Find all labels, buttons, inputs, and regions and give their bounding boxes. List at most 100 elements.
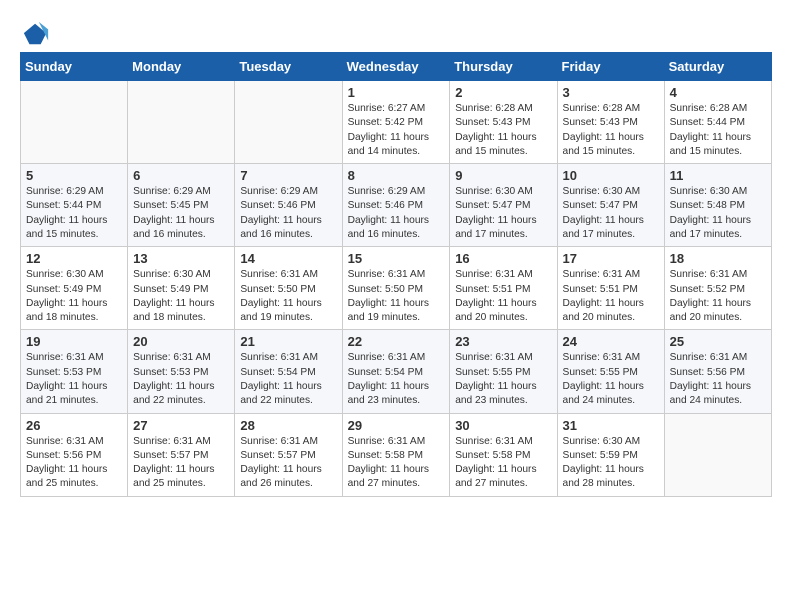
week-row-2: 5 Sunrise: 6:29 AM Sunset: 5:44 PM Daylig… [21,164,772,247]
day-number: 30 [455,418,551,433]
weekday-header-row: SundayMondayTuesdayWednesdayThursdayFrid… [21,53,772,81]
calendar-cell: 8 Sunrise: 6:29 AM Sunset: 5:46 PM Daylig… [342,164,450,247]
calendar-cell: 4 Sunrise: 6:28 AM Sunset: 5:44 PM Daylig… [664,81,771,164]
day-number: 26 [26,418,122,433]
day-info: Sunrise: 6:29 AM Sunset: 5:44 PM Dayligh… [26,185,122,242]
calendar-cell: 12 Sunrise: 6:30 AM Sunset: 5:49 PM Dayli… [21,247,128,330]
day-number: 24 [563,334,659,349]
day-info: Sunrise: 6:31 AM Sunset: 5:50 PM Dayligh… [240,268,336,325]
calendar-cell: 24 Sunrise: 6:31 AM Sunset: 5:55 PM Dayli… [557,330,664,413]
day-number: 13 [133,251,229,266]
header [20,20,772,42]
day-info: Sunrise: 6:30 AM Sunset: 5:49 PM Dayligh… [26,268,122,325]
day-number: 19 [26,334,122,349]
calendar-cell: 30 Sunrise: 6:31 AM Sunset: 5:58 PM Dayli… [450,413,557,496]
calendar-cell: 29 Sunrise: 6:31 AM Sunset: 5:58 PM Dayli… [342,413,450,496]
day-info: Sunrise: 6:31 AM Sunset: 5:55 PM Dayligh… [563,351,659,408]
calendar-cell: 25 Sunrise: 6:31 AM Sunset: 5:56 PM Dayli… [664,330,771,413]
calendar-table: SundayMondayTuesdayWednesdayThursdayFrid… [20,52,772,497]
calendar-cell [21,81,128,164]
calendar-cell: 3Sunrise: 6:28 AM Sunset: 5:43 PM Daylig… [557,81,664,164]
day-info: Sunrise: 6:31 AM Sunset: 5:54 PM Dayligh… [348,351,445,408]
day-number: 16 [455,251,551,266]
day-number: 14 [240,251,336,266]
day-info: Sunrise: 6:30 AM Sunset: 5:48 PM Dayligh… [670,185,766,242]
week-row-1: 1 Sunrise: 6:27 AM Sunset: 5:42 PM Daylig… [21,81,772,164]
calendar-cell: 7Sunrise: 6:29 AM Sunset: 5:46 PM Daylig… [235,164,342,247]
calendar-cell: 18Sunrise: 6:31 AM Sunset: 5:52 PM Dayli… [664,247,771,330]
week-row-4: 19 Sunrise: 6:31 AM Sunset: 5:53 PM Dayli… [21,330,772,413]
day-info: Sunrise: 6:31 AM Sunset: 5:55 PM Dayligh… [455,351,551,408]
week-row-5: 26 Sunrise: 6:31 AM Sunset: 5:56 PM Dayli… [21,413,772,496]
day-number: 17 [563,251,659,266]
weekday-header-thursday: Thursday [450,53,557,81]
day-number: 10 [563,168,659,183]
day-number: 29 [348,418,445,433]
day-info: Sunrise: 6:31 AM Sunset: 5:53 PM Dayligh… [133,351,229,408]
day-number: 27 [133,418,229,433]
weekday-header-sunday: Sunday [21,53,128,81]
day-info: Sunrise: 6:30 AM Sunset: 5:49 PM Dayligh… [133,268,229,325]
weekday-header-saturday: Saturday [664,53,771,81]
day-number: 21 [240,334,336,349]
day-info: Sunrise: 6:30 AM Sunset: 5:47 PM Dayligh… [455,185,551,242]
day-info: Sunrise: 6:31 AM Sunset: 5:56 PM Dayligh… [670,351,766,408]
weekday-header-tuesday: Tuesday [235,53,342,81]
day-info: Sunrise: 6:30 AM Sunset: 5:59 PM Dayligh… [563,435,659,492]
calendar-cell: 26 Sunrise: 6:31 AM Sunset: 5:56 PM Dayli… [21,413,128,496]
logo-icon [22,20,50,48]
day-number: 5 [26,168,122,183]
calendar-cell: 17 Sunrise: 6:31 AM Sunset: 5:51 PM Dayli… [557,247,664,330]
calendar-cell [235,81,342,164]
day-info: Sunrise: 6:31 AM Sunset: 5:50 PM Dayligh… [348,268,445,325]
day-info: Sunrise: 6:31 AM Sunset: 5:56 PM Dayligh… [26,435,122,492]
calendar-cell: 31 Sunrise: 6:30 AM Sunset: 5:59 PM Dayli… [557,413,664,496]
day-number: 31 [563,418,659,433]
day-info: Sunrise: 6:28 AM Sunset: 5:43 PM Dayligh… [455,102,551,159]
calendar-cell: 9Sunrise: 6:30 AM Sunset: 5:47 PM Daylig… [450,164,557,247]
day-info: Sunrise: 6:28 AM Sunset: 5:44 PM Dayligh… [670,102,766,159]
day-info: Sunrise: 6:29 AM Sunset: 5:46 PM Dayligh… [348,185,445,242]
day-info: Sunrise: 6:31 AM Sunset: 5:54 PM Dayligh… [240,351,336,408]
day-number: 3 [563,85,659,100]
day-number: 15 [348,251,445,266]
day-number: 2 [455,85,551,100]
calendar-cell [128,81,235,164]
day-number: 4 [670,85,766,100]
day-info: Sunrise: 6:31 AM Sunset: 5:52 PM Dayligh… [670,268,766,325]
calendar-cell: 13 Sunrise: 6:30 AM Sunset: 5:49 PM Dayli… [128,247,235,330]
day-number: 1 [348,85,445,100]
calendar-cell: 20Sunrise: 6:31 AM Sunset: 5:53 PM Dayli… [128,330,235,413]
day-info: Sunrise: 6:31 AM Sunset: 5:57 PM Dayligh… [240,435,336,492]
logo [20,20,50,42]
weekday-header-wednesday: Wednesday [342,53,450,81]
week-row-3: 12 Sunrise: 6:30 AM Sunset: 5:49 PM Dayli… [21,247,772,330]
calendar-cell [664,413,771,496]
day-info: Sunrise: 6:27 AM Sunset: 5:42 PM Dayligh… [348,102,445,159]
day-info: Sunrise: 6:31 AM Sunset: 5:58 PM Dayligh… [348,435,445,492]
day-info: Sunrise: 6:31 AM Sunset: 5:58 PM Dayligh… [455,435,551,492]
day-number: 12 [26,251,122,266]
calendar-cell: 14 Sunrise: 6:31 AM Sunset: 5:50 PM Dayli… [235,247,342,330]
day-info: Sunrise: 6:30 AM Sunset: 5:47 PM Dayligh… [563,185,659,242]
day-info: Sunrise: 6:31 AM Sunset: 5:57 PM Dayligh… [133,435,229,492]
calendar-cell: 19 Sunrise: 6:31 AM Sunset: 5:53 PM Dayli… [21,330,128,413]
calendar-cell: 1 Sunrise: 6:27 AM Sunset: 5:42 PM Daylig… [342,81,450,164]
day-number: 22 [348,334,445,349]
day-number: 23 [455,334,551,349]
day-number: 7 [240,168,336,183]
day-info: Sunrise: 6:31 AM Sunset: 5:51 PM Dayligh… [563,268,659,325]
weekday-header-friday: Friday [557,53,664,81]
calendar-cell: 27 Sunrise: 6:31 AM Sunset: 5:57 PM Dayli… [128,413,235,496]
day-number: 25 [670,334,766,349]
calendar-cell: 23 Sunrise: 6:31 AM Sunset: 5:55 PM Dayli… [450,330,557,413]
calendar-cell: 16 Sunrise: 6:31 AM Sunset: 5:51 PM Dayli… [450,247,557,330]
day-info: Sunrise: 6:29 AM Sunset: 5:45 PM Dayligh… [133,185,229,242]
day-info: Sunrise: 6:31 AM Sunset: 5:53 PM Dayligh… [26,351,122,408]
day-info: Sunrise: 6:31 AM Sunset: 5:51 PM Dayligh… [455,268,551,325]
day-number: 8 [348,168,445,183]
day-number: 28 [240,418,336,433]
calendar-cell: 5 Sunrise: 6:29 AM Sunset: 5:44 PM Daylig… [21,164,128,247]
logo-text-block [20,20,50,42]
day-number: 11 [670,168,766,183]
